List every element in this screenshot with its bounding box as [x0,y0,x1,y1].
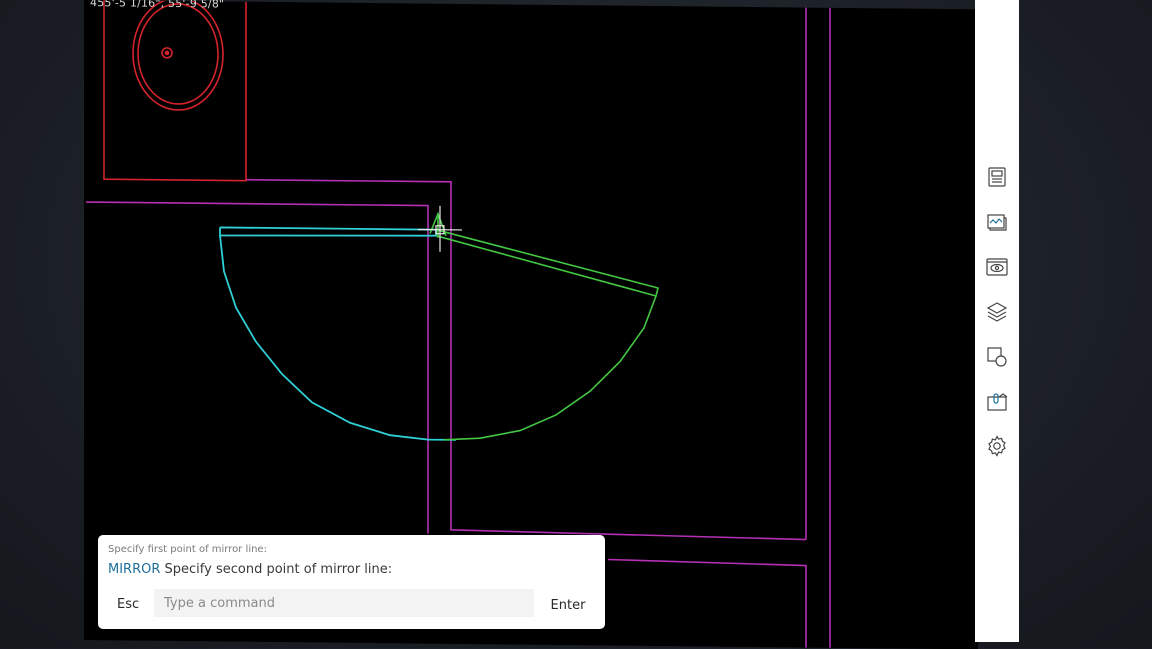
preview-bowl [444,294,656,442]
enter-button[interactable]: Enter [542,591,594,619]
cabinet-lines [104,0,246,181]
drain-outer [133,0,223,110]
command-prompt-line: MIRROR Specify second point of mirror li… [108,562,392,577]
view-icon[interactable] [985,255,1009,279]
esc-button[interactable]: Esc [108,590,146,618]
command-history-line: Specify first point of mirror line: [108,544,267,555]
sink-rim [220,227,436,237]
active-command-name: MIRROR [108,562,160,577]
drain-inner [138,4,218,105]
properties-icon[interactable] [985,165,1009,189]
command-input[interactable] [154,589,534,617]
xref-icon[interactable] [985,390,1009,414]
settings-icon[interactable] [985,434,1009,458]
drain-dot [166,51,169,54]
cabinet-outline [104,0,246,180]
blocks-icon[interactable] [985,345,1009,369]
layers-icon[interactable] [985,300,1009,324]
command-line-panel: Specify first point of mirror line: MIRR… [98,535,605,629]
wall-line [246,180,806,540]
mirror-preview [430,214,658,442]
preview-rim [436,230,658,296]
side-toolbar [975,0,1019,642]
coordinate-readout: 455'-5 1/16", 55'-9 5/8" [90,0,224,10]
sheets-icon[interactable] [985,210,1009,234]
wall-line [608,559,806,647]
sink-bowl [220,235,456,439]
command-prompt-text: Specify second point of mirror line: [165,562,393,577]
wall-line [86,202,428,534]
selected-sink[interactable] [220,227,456,439]
